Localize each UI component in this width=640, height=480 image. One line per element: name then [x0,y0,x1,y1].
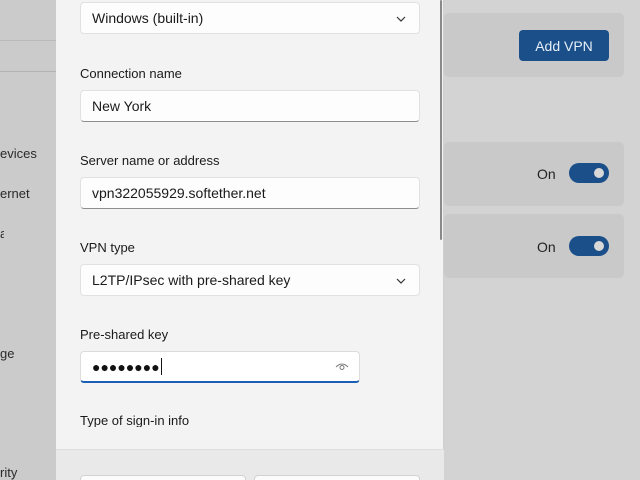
sidebar-divider [0,71,56,72]
server-address-value: vpn322055929.softether.net [92,185,266,201]
vpn-type-select[interactable]: L2TP/IPsec with pre-shared key [80,264,420,296]
metered-toggle[interactable] [569,163,609,183]
server-address-input[interactable]: vpn322055929.softether.net [80,177,420,209]
pre-shared-key-label: Pre-shared key [80,327,169,342]
sign-in-type-label: Type of sign-in info [80,413,190,427]
settings-sidebar [0,0,56,480]
eye-icon[interactable] [335,362,349,372]
vpn-provider-select[interactable]: Windows (built-in) [80,2,420,34]
chevron-down-icon [396,16,406,22]
connection-name-value: New York [92,98,152,114]
connection-name-label: Connection name [80,66,182,81]
dialog-scrollbar[interactable] [440,0,442,240]
text-caret [160,358,162,375]
dialog-footer [56,449,444,480]
vpn-type-value: L2TP/IPsec with pre-shared key [92,272,291,288]
cancel-button[interactable] [254,475,420,480]
add-vpn-button[interactable]: Add VPN [519,30,609,61]
sidebar-item-network-internet[interactable]: ernet [0,186,30,201]
sidebar-item-partial[interactable]: a [0,226,4,241]
sidebar-divider [0,40,56,41]
toggle-knob [594,241,604,251]
toggle-state-label: On [537,166,556,182]
server-address-label: Server name or address [80,153,220,168]
connection-name-input[interactable]: New York [80,90,420,122]
toggle-knob [594,168,604,178]
pre-shared-key-masked-value: ●●●●●●●● [92,358,160,375]
sidebar-item-devices[interactable]: evices [0,146,37,161]
add-vpn-dialog: Windows (built-in) Connection name New Y… [56,0,444,480]
pre-shared-key-input[interactable]: ●●●●●●●● [80,351,360,383]
chevron-down-icon [396,278,406,284]
sidebar-item-language[interactable]: ge [0,346,14,361]
roaming-toggle[interactable] [569,236,609,256]
vpn-type-label: VPN type [80,240,135,255]
toggle-state-label: On [537,239,556,255]
save-button[interactable] [80,475,246,480]
vpn-provider-value: Windows (built-in) [92,10,204,26]
sidebar-item-security[interactable]: rity [0,465,17,480]
